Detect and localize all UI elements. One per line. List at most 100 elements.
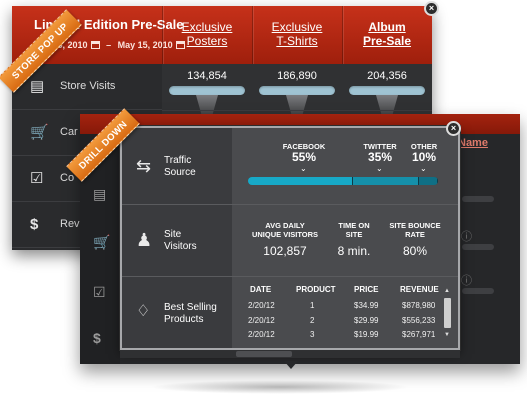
store-visits-value: 134,854	[187, 70, 227, 82]
tab-exclusive-posters[interactable]: Exclusive Posters	[165, 20, 249, 48]
cart-icon: 🛒	[93, 234, 111, 250]
stat-heading-line2: RATE	[405, 230, 425, 239]
label-line2: Visitors	[164, 241, 197, 252]
visits-bar	[462, 288, 494, 294]
store-visits-value: 204,356	[367, 70, 407, 82]
source-value: 35%	[367, 150, 393, 164]
calendar-icon[interactable]	[90, 41, 100, 49]
label-line2: Source	[164, 167, 196, 178]
row-label: Store Visits	[60, 80, 116, 92]
table-scrollbar-thumb[interactable]	[444, 298, 451, 328]
column-divider	[252, 6, 253, 64]
visits-bar	[169, 86, 245, 95]
popup-pointer	[284, 361, 298, 369]
traffic-source-segment	[248, 177, 353, 185]
store-visits-value: 186,890	[277, 70, 317, 82]
tab-label-line2: Posters	[186, 34, 228, 48]
stat-heading: TIME ON SITE	[326, 221, 382, 239]
table-cell: 2	[310, 316, 315, 325]
drop-shadow	[150, 380, 410, 394]
stat-heading-line2: UNIQUE VISITORS	[251, 230, 319, 239]
traffic-source-segment	[419, 177, 438, 185]
best-selling-label: Best Selling Products	[164, 302, 217, 326]
stat-heading: SITE BOUNCE RATE	[382, 221, 448, 239]
table-cell: 2/20/12	[248, 301, 275, 310]
stat-heading-line1: SITE BOUNCE	[389, 221, 441, 230]
dollar-icon: $	[93, 330, 101, 346]
help-icon: ⓘ	[461, 275, 472, 287]
table-cell: 2/20/12	[248, 316, 275, 325]
tab-label-line1: Exclusive	[181, 20, 233, 34]
chevron-down-icon[interactable]: ⌄	[300, 164, 307, 173]
close-icon[interactable]: ×	[424, 1, 439, 16]
column-header-date: DATE	[250, 285, 272, 294]
visits-bar	[349, 86, 425, 95]
tab-label-line1: Album	[368, 20, 406, 34]
row-label: Rev	[60, 218, 80, 230]
source-value: 55%	[291, 150, 317, 164]
date-separator: –	[106, 40, 112, 50]
user-silhouette-icon: ♟	[136, 230, 153, 250]
horizontal-scrollbar-thumb[interactable]	[236, 351, 292, 357]
stat-heading-line1: AVG DAILY	[265, 221, 305, 230]
column-divider	[162, 6, 163, 64]
traffic-source-label: Traffic Source	[164, 155, 196, 179]
row-divider	[162, 110, 432, 111]
column-header-revenue: REVENUE	[400, 285, 439, 294]
visits-bar	[462, 196, 494, 202]
name-column-link[interactable]: Name	[458, 137, 488, 149]
tab-exclusive-tshirts[interactable]: Exclusive T-Shirts	[255, 20, 339, 48]
visits-bar	[259, 86, 335, 95]
stat-heading-line2: SITE	[345, 230, 363, 239]
row-divider	[122, 204, 458, 205]
table-cell: $878,980	[402, 301, 436, 310]
label-line1: Best Selling	[164, 302, 217, 313]
label-line1: Traffic	[164, 155, 192, 166]
table-cell: $267,971	[402, 330, 436, 339]
scroll-down-icon[interactable]: ▼	[444, 332, 450, 338]
traffic-source-bar	[248, 177, 438, 185]
visits-bar	[462, 244, 494, 250]
table-cell: 3	[310, 330, 315, 339]
row-label: Co	[60, 172, 75, 184]
table-cell: 2/20/12	[248, 330, 275, 339]
stat-heading: AVG DAILY UNIQUE VISITORS	[240, 221, 330, 239]
column-header-price: PRICE	[354, 285, 379, 294]
site-visitors-label: Site Visitors	[164, 229, 197, 253]
transfer-arrows-icon: ⇆	[136, 156, 152, 176]
storefront-icon: ▤	[93, 186, 107, 202]
tab-album-presale[interactable]: Album Pre-Sale	[345, 20, 429, 48]
row-divider	[122, 276, 458, 277]
avg-daily-unique-visitors-value: 102,857	[263, 244, 307, 258]
table-cell: $556,233	[402, 316, 436, 325]
help-icon: ⓘ	[461, 231, 472, 243]
traffic-source-segment	[352, 177, 419, 185]
site-bounce-rate-value: 80%	[402, 244, 428, 258]
drill-down-popup: ⇆ Traffic Source FACEBOOK 55% ⌄ TWITTER 3…	[120, 126, 460, 350]
tab-label-line2: Pre-Sale	[362, 34, 412, 48]
label-line2: Products	[164, 314, 204, 325]
chevron-down-icon[interactable]: ⌄	[420, 164, 427, 173]
column-header-product: PRODUCT	[296, 285, 336, 294]
storefront-icon: ▤	[30, 78, 45, 95]
chevron-down-icon[interactable]: ⌄	[376, 164, 383, 173]
price-tag-icon: ♢	[136, 303, 151, 320]
table-cell: $34.99	[354, 301, 379, 310]
time-on-site-value: 8 min.	[337, 244, 371, 258]
checkbox-icon: ☑	[93, 284, 106, 300]
source-value: 10%	[411, 150, 437, 164]
tab-label-line1: Exclusive	[271, 20, 323, 34]
label-line1: Site	[164, 229, 182, 240]
row-label: Car	[60, 126, 78, 138]
table-cell: 1	[310, 301, 315, 310]
table-cell: $29.99	[354, 316, 379, 325]
close-icon[interactable]: ×	[446, 121, 461, 136]
cart-icon: 🛒	[30, 124, 49, 141]
store-popup-header: Limited Edition Pre-Sale Mar 15, 2010 – …	[12, 6, 432, 64]
tab-label-line2: T-Shirts	[276, 34, 318, 48]
column-divider	[342, 6, 343, 64]
table-cell: $19.99	[354, 330, 379, 339]
stat-heading-line1: TIME ON	[338, 221, 370, 230]
scroll-up-icon[interactable]: ▲	[444, 288, 450, 294]
dollar-icon: $	[30, 216, 39, 233]
